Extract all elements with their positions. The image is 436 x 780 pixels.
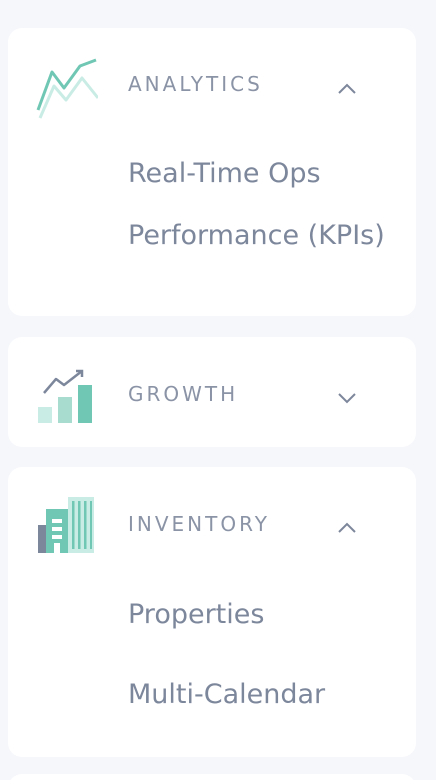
line-chart-icon bbox=[36, 58, 98, 120]
inventory-section-title: INVENTORY bbox=[128, 512, 270, 536]
growth-section-header[interactable]: GROWTH bbox=[8, 337, 416, 447]
analytics-section: ANALYTICS Real-Time Ops Performance (KPI… bbox=[8, 28, 416, 316]
growth-section: GROWTH bbox=[8, 337, 416, 447]
side-navigation: ANALYTICS Real-Time Ops Performance (KPI… bbox=[0, 0, 436, 780]
analytics-section-title: ANALYTICS bbox=[128, 72, 263, 96]
nav-item-properties[interactable]: Properties bbox=[128, 597, 388, 633]
growth-bars-icon bbox=[36, 367, 98, 429]
buildings-icon bbox=[36, 495, 98, 557]
nav-item-real-time-ops[interactable]: Real-Time Ops bbox=[128, 156, 388, 192]
next-section-partial bbox=[8, 774, 416, 780]
chevron-up-icon[interactable] bbox=[334, 515, 360, 541]
chevron-up-icon[interactable] bbox=[334, 76, 360, 102]
nav-item-multi-calendar[interactable]: Multi-Calendar bbox=[128, 677, 388, 713]
inventory-section-header[interactable]: INVENTORY bbox=[8, 467, 416, 585]
analytics-section-header[interactable]: ANALYTICS bbox=[8, 28, 416, 146]
nav-item-performance-kpis[interactable]: Performance (KPIs) bbox=[128, 218, 388, 254]
inventory-section: INVENTORY Properties Multi-Calendar bbox=[8, 467, 416, 757]
growth-section-title: GROWTH bbox=[128, 382, 239, 406]
chevron-down-icon[interactable] bbox=[334, 385, 360, 411]
